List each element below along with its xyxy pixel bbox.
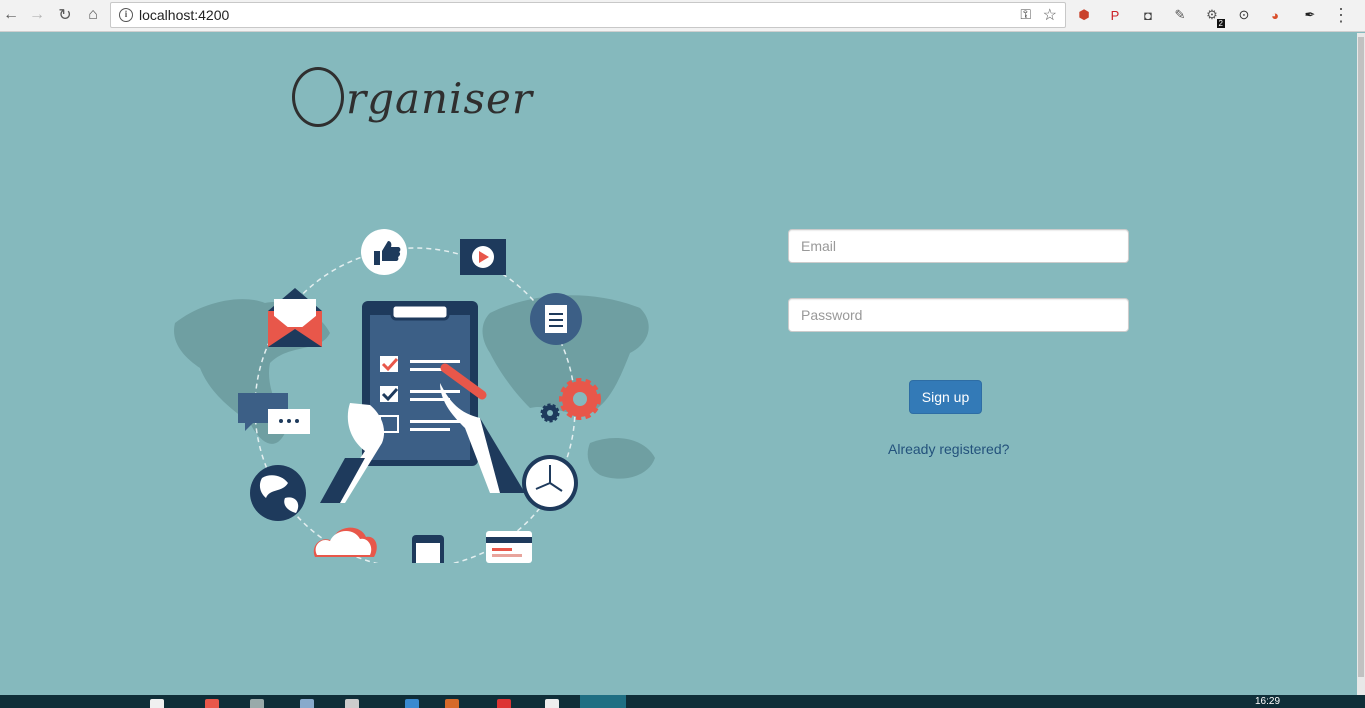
password-field[interactable] [788,298,1129,332]
puzzle-extension-icon[interactable]: ⚙ 2 [1202,5,1225,28]
chat-bubbles-icon [238,393,310,434]
ublock-icon[interactable]: ⬢ [1074,5,1094,25]
thumbs-up-icon [361,229,407,275]
taskbar-active-app[interactable] [580,695,626,708]
menu-kebab-icon[interactable]: ⋮ [1330,4,1352,26]
taskbar-app-icon[interactable] [445,699,459,708]
document-icon [530,293,582,345]
info-icon[interactable]: i [119,8,133,22]
logo-text: rganiser [346,74,533,123]
taskbar-clock[interactable]: 16:29 [1255,696,1280,707]
smartphone-icon [412,535,444,563]
colorful-extension-icon[interactable]: ◕ [1265,5,1285,25]
browser-toolbar: ← → ↻ ⌂ i localhost:4200 ⚿ ☆ ⬢ P ◘ ✎ ⚙ 2 ⊙ ◕ ✒ ⋮ [0,0,1365,32]
shield-extension-icon[interactable]: ◘ [1138,5,1158,25]
pinterest-icon[interactable]: P [1105,5,1125,25]
globe-icon [250,465,306,521]
logo-letter-o-mark [292,67,344,127]
scrollbar-thumb[interactable] [1358,37,1364,677]
key-icon[interactable]: ⚿ [1020,6,1031,23]
broom-extension-icon[interactable]: ✎ [1170,5,1190,25]
taskbar-app-icon[interactable] [497,699,511,708]
address-bar[interactable]: i localhost:4200 ⚿ ☆ [110,2,1066,28]
signup-form: Sign up Already registered? [788,229,1129,457]
taskbar-app-icon[interactable] [300,699,314,708]
already-registered-link[interactable]: Already registered? [888,441,1009,457]
organiser-illustration [174,229,655,563]
taskbar-app-icon[interactable] [345,699,359,708]
envelope-icon [268,288,322,347]
os-taskbar: 16:29 [0,695,1365,708]
eyedropper-extension-icon[interactable]: ✒ [1300,5,1320,25]
taskbar-app-icon[interactable] [205,699,219,708]
app-logo: rganiser [292,67,533,127]
circle-target-icon[interactable]: ⊙ [1234,5,1254,25]
taskbar-app-icon[interactable] [545,699,559,708]
video-play-icon [460,239,506,275]
taskbar-app-icon[interactable] [405,699,419,708]
page-scrollbar[interactable] [1357,33,1365,695]
forward-icon[interactable]: → [26,4,48,26]
login-page: rganiser Email Sign up Already registere… [0,33,1357,695]
clock-icon [522,455,578,511]
taskbar-app-icon[interactable] [250,699,264,708]
home-icon[interactable]: ⌂ [82,4,104,26]
taskbar-app-icon[interactable] [150,699,164,708]
signup-button[interactable]: Sign up [909,380,982,414]
back-icon[interactable]: ← [0,4,22,26]
extension-badge: 2 [1216,19,1225,28]
credit-card-icon [486,531,532,563]
url-text[interactable]: localhost:4200 [139,7,229,23]
holding-hand-icon [320,403,385,503]
bookmark-star-icon[interactable]: ☆ [1043,5,1057,25]
email-field[interactable] [788,229,1129,263]
cloud-icon [313,527,377,557]
reload-icon[interactable]: ↻ [54,4,76,26]
